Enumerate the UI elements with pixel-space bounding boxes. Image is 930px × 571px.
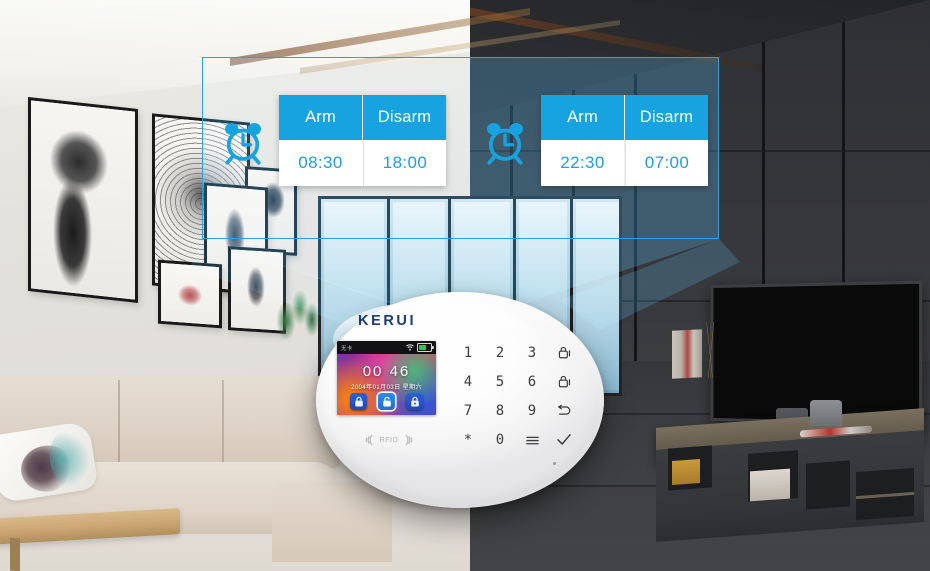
- key-3[interactable]: 3: [516, 338, 548, 367]
- disarm-button[interactable]: [378, 393, 395, 410]
- arm-time: 08:30: [279, 140, 362, 186]
- sofa-seam: [118, 380, 120, 464]
- wifi-icon: [406, 344, 414, 351]
- arm-home-button[interactable]: [406, 393, 423, 410]
- rfid-reader-mark: RFID: [353, 432, 425, 448]
- nighttime-schedule: Arm 22:30 Disarm 07:00: [481, 95, 708, 186]
- key-5[interactable]: 5: [484, 367, 516, 396]
- kerui-alarm-panel[interactable]: KERUI 无卡 00 46 2004年01月03日 星期六 RFID 1 2 …: [316, 292, 604, 508]
- key-menu[interactable]: [516, 425, 548, 454]
- rfid-wave-right-icon: [405, 434, 413, 446]
- rfid-label: RFID: [379, 436, 399, 444]
- storage-box: [672, 459, 700, 485]
- menu-icon: [525, 436, 539, 444]
- arm-away-button[interactable]: [350, 393, 367, 410]
- key-star[interactable]: *: [452, 425, 484, 454]
- key-8[interactable]: 8: [484, 396, 516, 425]
- arm-column: Arm 08:30: [279, 95, 362, 186]
- lcd-status-bar: 无卡: [337, 341, 436, 354]
- key-back[interactable]: [548, 396, 580, 425]
- key-arm-away[interactable]: [548, 338, 580, 367]
- product-scene: Arm 08:30 Disarm 18:00 Arm 22:30 Disarm …: [0, 0, 930, 571]
- key-9[interactable]: 9: [516, 396, 548, 425]
- rfid-wave-left-icon: [365, 434, 373, 446]
- kerui-brand-logo: KERUI: [358, 313, 417, 329]
- key-4[interactable]: 4: [452, 367, 484, 396]
- check-icon: [557, 433, 571, 445]
- wall-art-frame: [158, 259, 222, 329]
- lcd-mode-buttons: [337, 393, 436, 410]
- coffee-table-leg: [10, 537, 20, 571]
- disarm-column: Disarm 07:00: [624, 95, 708, 186]
- console-cubby: [806, 460, 850, 510]
- disarm-header: Disarm: [625, 95, 708, 140]
- disarm-time: 18:00: [363, 140, 446, 186]
- reed-diffuser: [702, 322, 720, 378]
- schedule-card: Arm 08:30 Disarm 18:00: [279, 95, 446, 186]
- battery-icon: [417, 343, 434, 352]
- lock-home-icon: [410, 396, 419, 407]
- books-decor: [672, 329, 702, 379]
- magazines: [750, 468, 790, 502]
- key-6[interactable]: 6: [516, 367, 548, 396]
- key-0[interactable]: 0: [484, 425, 516, 454]
- disarm-column: Disarm 18:00: [362, 95, 446, 186]
- arm-header: Arm: [279, 95, 362, 140]
- lock-closed-icon: [558, 375, 570, 388]
- lcd-screen[interactable]: 无卡 00 46 2004年01月03日 星期六: [337, 341, 436, 415]
- lcd-date: 2004年01月03日 星期六: [351, 384, 422, 391]
- alarm-clock-icon: [487, 122, 523, 165]
- speaker-decor: [810, 400, 842, 426]
- potted-plant: [276, 286, 322, 342]
- signal-status-text: 无卡: [341, 345, 353, 352]
- key-7[interactable]: 7: [452, 396, 484, 425]
- daytime-schedule: Arm 08:30 Disarm 18:00: [219, 95, 446, 186]
- arm-time: 22:30: [541, 140, 624, 186]
- key-arm-home[interactable]: [548, 367, 580, 396]
- back-arrow-icon: [558, 404, 571, 415]
- key-2[interactable]: 2: [484, 338, 516, 367]
- lock-closed-icon: [354, 396, 363, 407]
- schedule-card: Arm 22:30 Disarm 07:00: [541, 95, 708, 186]
- sofa-seam: [222, 380, 224, 464]
- key-1[interactable]: 1: [452, 338, 484, 367]
- lcd-clock: 00 46: [362, 363, 411, 380]
- lock-open-icon: [382, 396, 391, 407]
- status-led: [553, 462, 556, 465]
- disarm-time: 07:00: [625, 140, 708, 186]
- touch-keypad[interactable]: 1 2 3 4 5 6 7 8 9 * 0: [452, 338, 580, 454]
- arm-header: Arm: [541, 95, 624, 140]
- disarm-header: Disarm: [363, 95, 446, 140]
- key-confirm[interactable]: [548, 425, 580, 454]
- alarm-clock-icon: [225, 122, 261, 165]
- wall-art-frame: [28, 97, 138, 303]
- lock-closed-icon: [558, 346, 570, 359]
- arm-column: Arm 22:30: [541, 95, 624, 186]
